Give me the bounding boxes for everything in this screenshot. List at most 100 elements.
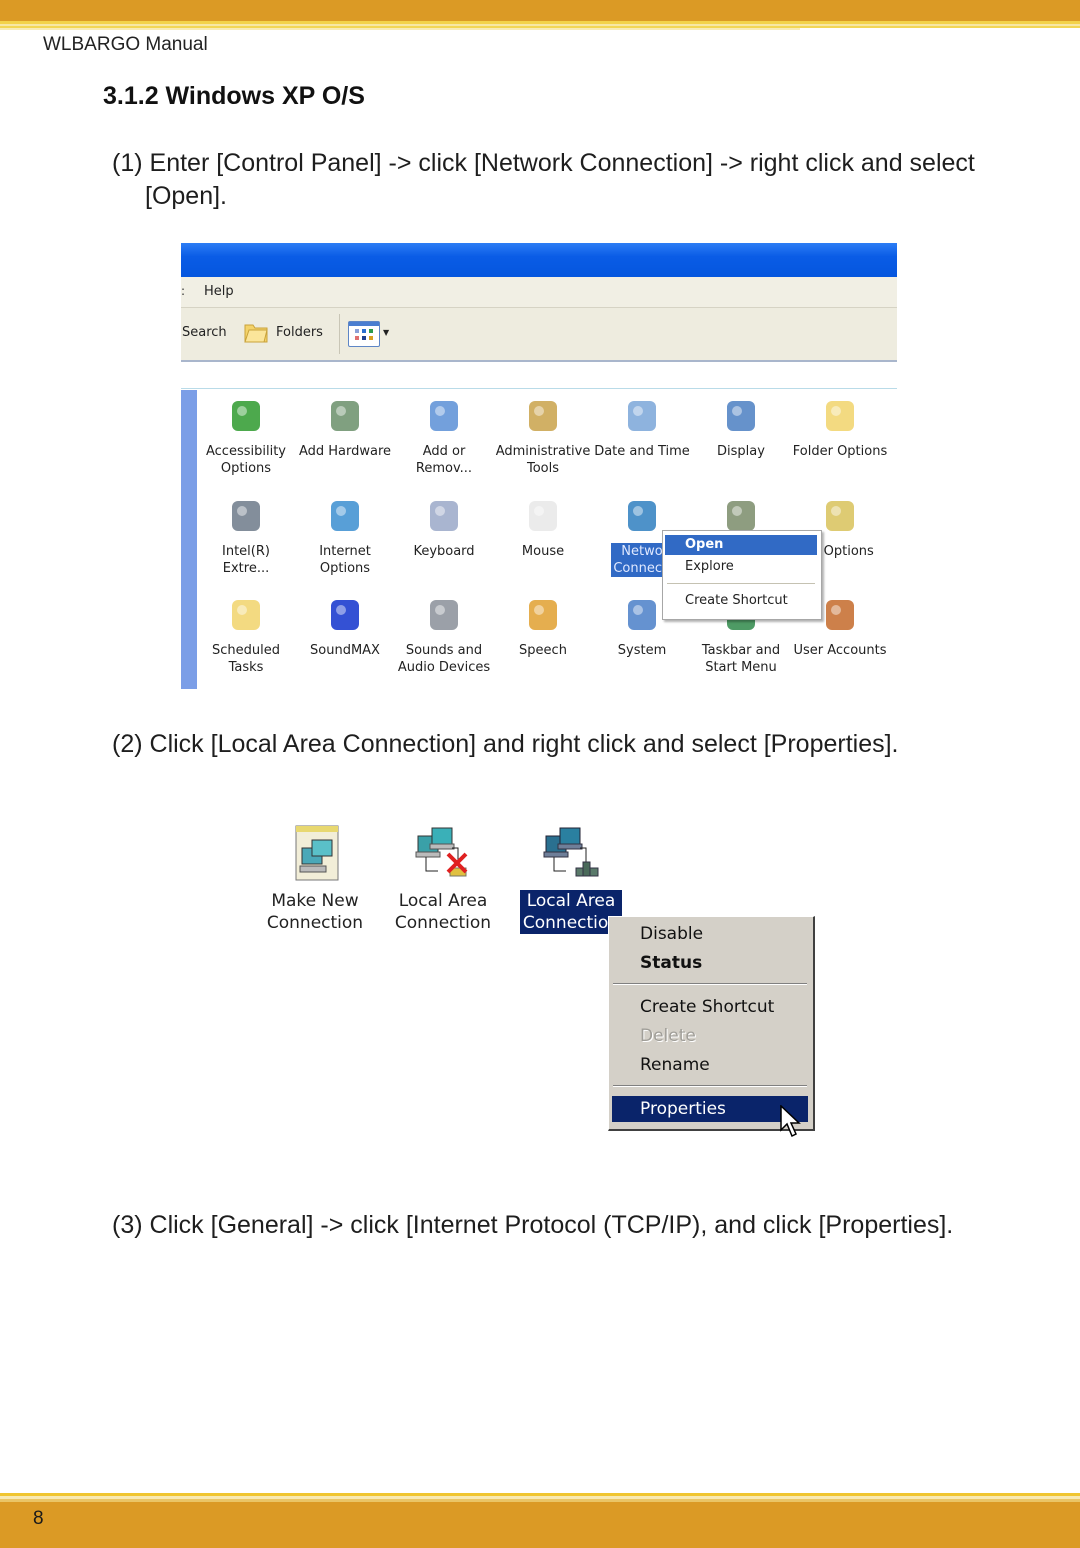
folders-button[interactable]: Folders [276, 325, 323, 340]
network-connections-icon [628, 501, 656, 531]
menu-item-properties[interactable]: Properties [612, 1096, 808, 1122]
control-panel-item[interactable]: Date and Time [592, 395, 692, 460]
menu-item-disable[interactable]: Disable [612, 921, 808, 947]
system-icon [628, 600, 656, 630]
sounds-icon [430, 600, 458, 630]
context-menu: Open Explore Create Shortcut [662, 530, 822, 620]
item-label: System [617, 643, 667, 658]
item-label: User Accounts [793, 643, 887, 658]
page-number: 8 [33, 1508, 44, 1529]
menu-separator [613, 983, 807, 985]
item-label: Internet Options [319, 544, 371, 576]
item-label: Scheduled Tasks [212, 643, 280, 675]
menu-separator [613, 1085, 807, 1087]
item-label: Local Area Connection [394, 891, 492, 933]
mouse-cursor-icon [780, 1105, 801, 1138]
accessibility-icon [232, 401, 260, 431]
control-panel-item[interactable]: Intel(R) Extre... [196, 495, 296, 577]
step-text: Enter [Control Panel] -> click [Network … [149, 149, 975, 177]
section-title: 3.1.2 Windows XP O/S [103, 82, 365, 110]
local-area-connection-1[interactable]: Local Area Connection [383, 824, 503, 934]
item-label: Intel(R) Extre... [222, 544, 270, 576]
item-label: Mouse [521, 544, 565, 559]
views-dropdown-arrow[interactable]: ▼ [383, 328, 389, 337]
step-number: (2) [112, 730, 143, 758]
administrative-tools-icon [529, 401, 557, 431]
control-panel-item[interactable]: Accessibility Options [196, 395, 296, 477]
step-text: Click [General] -> click [Internet Proto… [149, 1211, 954, 1239]
menu-item-rename[interactable]: Rename [612, 1052, 808, 1078]
step-2: (2) Click [Local Area Connection] and ri… [112, 728, 899, 761]
menu-bar: : Help [181, 277, 897, 308]
mouse-icon [529, 501, 557, 531]
item-label: Folder Options [792, 444, 888, 459]
control-panel-item[interactable]: Mouse [493, 495, 593, 560]
step-number: (3) [112, 1211, 143, 1239]
menu-item-explore[interactable]: Explore [665, 557, 817, 577]
task-pane [181, 390, 197, 689]
connection-context-menu: Disable Status Create Shortcut Delete Re… [608, 916, 815, 1131]
user-accounts-icon [826, 600, 854, 630]
control-panel-item[interactable]: Administrative Tools [493, 395, 593, 477]
toolbar: Search Folders ▼ [181, 308, 897, 362]
header-band [0, 0, 1080, 21]
add-remove-programs-icon [430, 401, 458, 431]
control-panel-item[interactable]: Speech [493, 594, 593, 659]
footer-band [0, 1502, 1080, 1548]
menu-help[interactable]: Help [204, 284, 234, 299]
menu-item-create-shortcut[interactable]: Create Shortcut [665, 591, 817, 611]
item-label: SoundMAX [310, 643, 380, 658]
item-label: Sounds and Audio Devices [397, 643, 491, 675]
control-panel-item[interactable]: Scheduled Tasks [196, 594, 296, 676]
manual-title: WLBARGO Manual [43, 34, 208, 55]
control-panel-item[interactable]: Add or Remov... [394, 395, 494, 477]
item-label: Administrative Tools [495, 444, 591, 476]
item-label: Speech [519, 643, 567, 658]
control-panel-item[interactable]: Internet Options [295, 495, 395, 577]
control-panel-item[interactable]: Folder Options [790, 395, 890, 460]
search-button[interactable]: Search [182, 325, 227, 340]
item-label: Keyboard [413, 544, 475, 559]
control-panel-item[interactable]: Sounds and Audio Devices [394, 594, 494, 676]
menu-separator [667, 583, 815, 584]
menu-item-create-shortcut[interactable]: Create Shortcut [612, 994, 808, 1020]
window-titlebar [181, 243, 897, 277]
control-panel-screenshot: : Help Search Folders ▼ Accessibility Op… [181, 243, 897, 689]
menu-truncated: : [181, 284, 186, 298]
menu-item-open[interactable]: Open [665, 535, 817, 555]
control-panel-item[interactable]: SoundMAX [295, 594, 395, 659]
soundmax-icon [331, 600, 359, 630]
item-label: Local Area Connection [519, 890, 623, 934]
item-label: Display [717, 444, 765, 459]
item-label: Accessibility Options [206, 444, 286, 476]
control-panel-item[interactable]: Add Hardware [295, 395, 395, 460]
step-1: (1) Enter [Control Panel] -> click [Netw… [112, 147, 1012, 213]
item-label: Taskbar and Start Menu [701, 643, 781, 675]
display-icon [727, 401, 755, 431]
power-options-icon [826, 501, 854, 531]
add-hardware-icon [331, 401, 359, 431]
scheduled-tasks-icon [232, 600, 260, 630]
local-area-connection-icon [543, 827, 599, 877]
date-time-icon [628, 401, 656, 431]
header-stripe [0, 28, 800, 30]
views-icon [349, 322, 379, 340]
step-text-continued: [Open]. [145, 182, 227, 210]
menu-item-delete: Delete [640, 1026, 696, 1046]
control-panel-item[interactable]: Display [691, 395, 791, 460]
folder-options-icon [826, 401, 854, 431]
item-label: Make New Connection [266, 891, 364, 933]
item-label: Date and Time [594, 444, 690, 459]
address-area [181, 362, 897, 389]
menu-item-status[interactable]: Status [612, 950, 808, 976]
item-label: Add or Remov... [415, 444, 473, 476]
keyboard-icon [430, 501, 458, 531]
local-area-connection-disconnected-icon [415, 827, 468, 877]
control-panel-item[interactable]: Keyboard [394, 495, 494, 560]
toolbar-divider [339, 314, 340, 354]
internet-options-icon [331, 501, 359, 531]
item-label: Add Hardware [298, 444, 392, 459]
network-connections-screenshot: Make New Connection Local Area Connectio… [255, 818, 825, 1148]
make-new-connection[interactable]: Make New Connection [255, 824, 375, 934]
views-button[interactable] [348, 321, 380, 347]
